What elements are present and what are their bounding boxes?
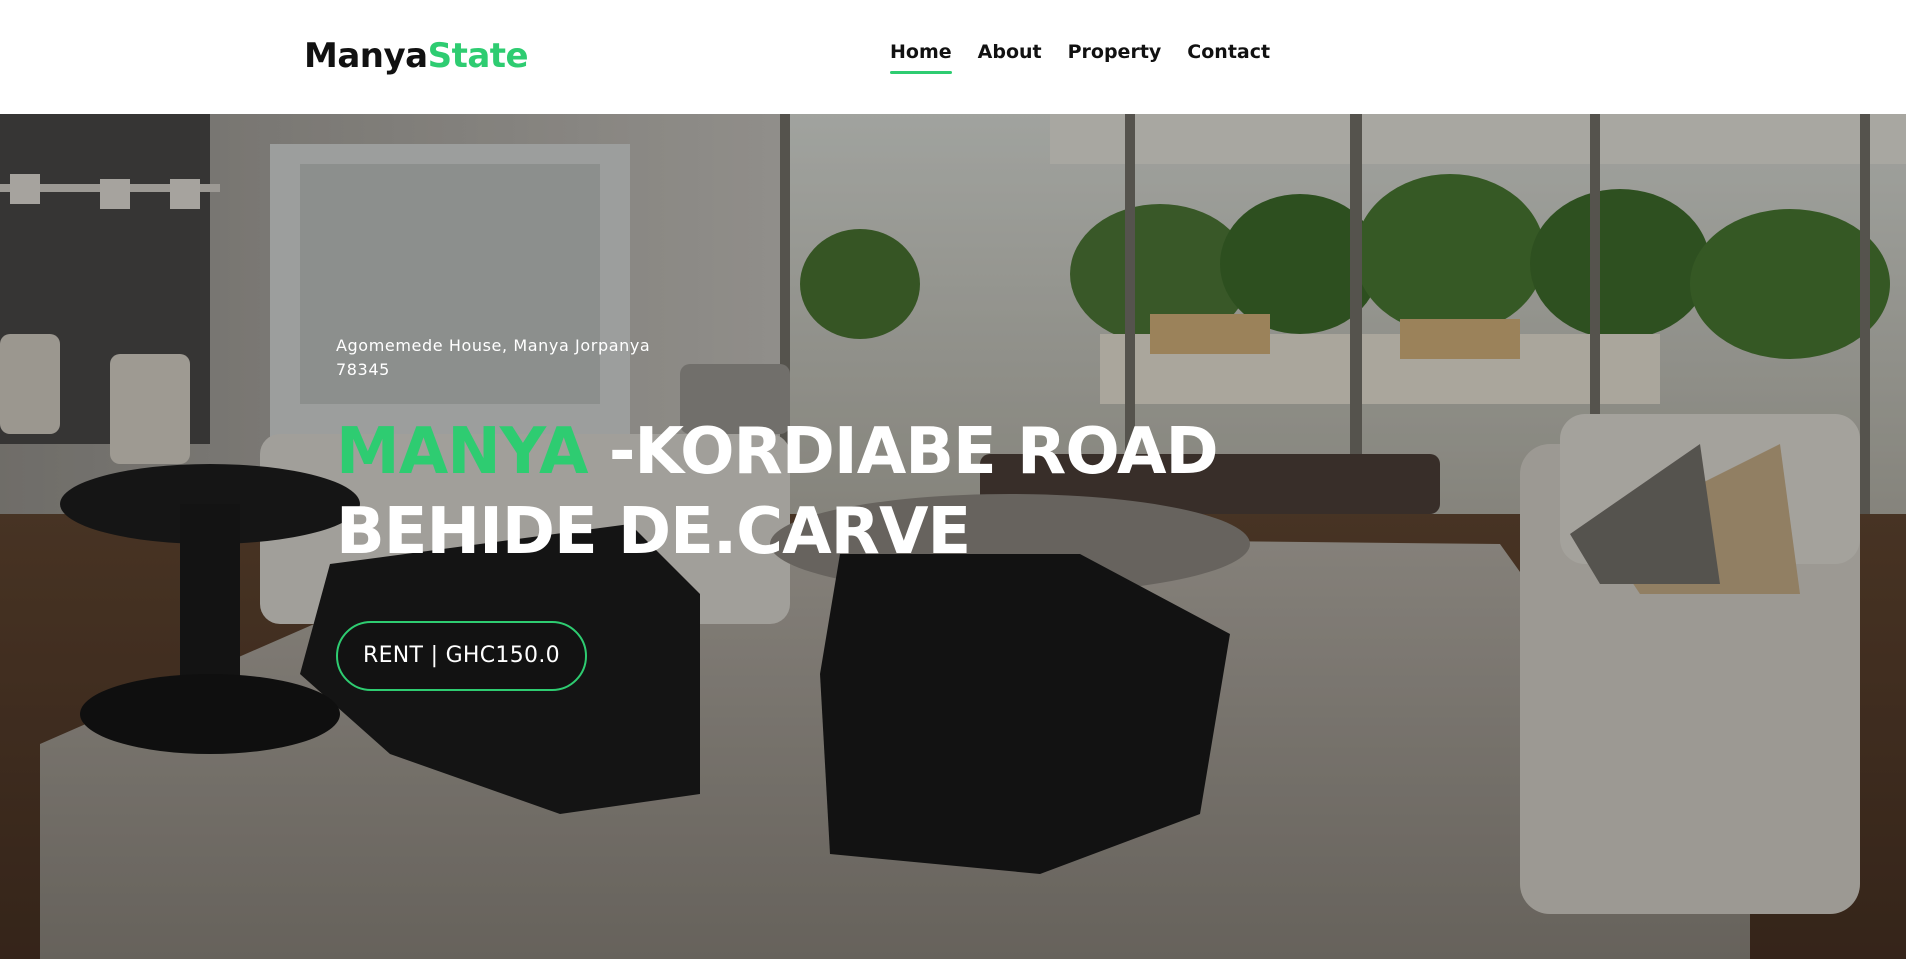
property-address: Agomemede House, Manya Jorpanya 78345 xyxy=(336,336,651,379)
property-title: MANYA -KORDIABE ROAD BEHIDE DE.CARVE xyxy=(336,412,1236,572)
nav-item-property[interactable]: Property xyxy=(1068,40,1162,68)
property-title-accent: MANYA xyxy=(336,415,589,489)
nav-item-home[interactable]: Home xyxy=(890,40,952,74)
rent-price-button[interactable]: RENT | GHC150.0 xyxy=(336,621,587,691)
nav-item-about[interactable]: About xyxy=(978,40,1042,68)
brand-name-part2: State xyxy=(427,36,529,76)
hero-section: Agomemede House, Manya Jorpanya 78345 MA… xyxy=(0,114,1906,959)
brand-name-part1: Manya xyxy=(304,36,428,76)
main-nav: Home About Property Contact xyxy=(890,40,1296,74)
nav-item-contact[interactable]: Contact xyxy=(1187,40,1270,68)
top-navbar: ManyaState Home About Property Contact xyxy=(0,0,1906,114)
brand-logo[interactable]: ManyaState xyxy=(304,34,529,78)
